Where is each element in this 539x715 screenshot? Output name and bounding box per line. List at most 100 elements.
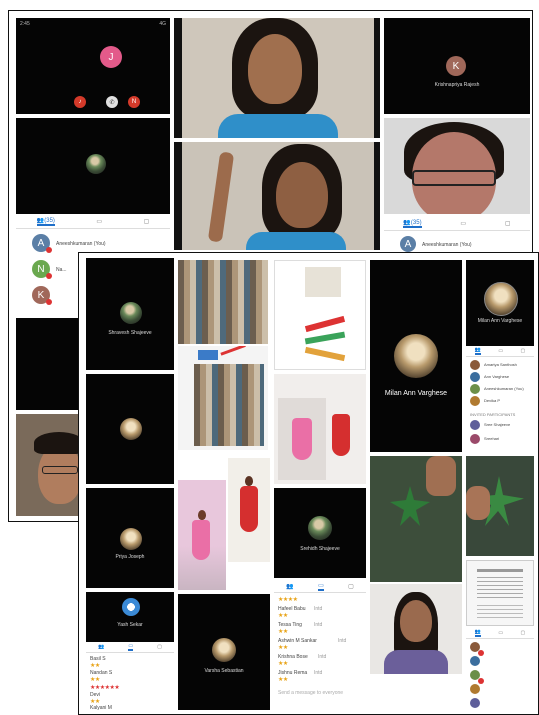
tab-participants[interactable]: 👥(35)	[36, 217, 55, 226]
chat-tabs: 👥 ▭ ▢	[86, 642, 174, 653]
star-rating: ★★	[90, 663, 100, 669]
participants-panel-right: 👥 ▭ ▢ Amartya Santhosh Ann Varghese Anee…	[466, 346, 534, 452]
tab-video[interactable]: ▢	[505, 220, 511, 227]
video-icon: ▢	[504, 220, 511, 227]
tab-chat[interactable]: ▭	[498, 348, 503, 354]
chat-sub: Intd	[338, 638, 347, 644]
video-tile-dancer-1	[178, 480, 226, 590]
info-icon: ▢	[520, 348, 526, 354]
tab-participants[interactable]: 👥	[474, 347, 481, 355]
chat-sender: Kalyani M	[90, 705, 112, 711]
participant-avatar	[120, 302, 142, 324]
status-badge	[46, 273, 52, 279]
participant-avatar	[484, 282, 518, 316]
participant-avatar	[470, 434, 480, 444]
photo-collage	[178, 260, 268, 344]
video-tile-craft	[370, 456, 462, 582]
video-tile-dark	[16, 318, 82, 410]
star-rating: ★★★★★★	[90, 685, 120, 691]
participant-avatar-a: A	[400, 236, 416, 252]
participant-avatar	[470, 396, 480, 406]
people-icon: 👥	[98, 644, 105, 650]
people-icon: 👥	[286, 583, 294, 590]
participant-name: Sreehari	[484, 436, 500, 441]
tab-participants[interactable]: 👥	[98, 644, 104, 650]
people-icon: 👥	[36, 217, 45, 224]
tab-participants[interactable]: 👥	[286, 583, 293, 590]
chat-sub: Intd	[318, 654, 327, 660]
chat-sub: Intd	[314, 622, 323, 628]
participant-avatar	[120, 528, 142, 550]
info-icon: ▢	[348, 583, 354, 590]
status-badge	[478, 678, 484, 684]
star-rating: ★★★★	[278, 597, 298, 603]
tab-chat[interactable]: ▭	[318, 582, 324, 591]
status-network: 4G	[159, 21, 166, 27]
end-call-button[interactable]: N	[128, 96, 140, 108]
chat-icon: ▭	[128, 643, 134, 649]
status-badge	[478, 650, 484, 656]
participant-avatar	[470, 372, 480, 382]
info-icon: ▢	[520, 630, 526, 636]
participants-tabs: 👥(35) ▭ ▢	[16, 214, 170, 229]
chat-input[interactable]: Send a message to everyone	[278, 690, 343, 696]
tab-chat[interactable]: ▭	[96, 218, 102, 225]
status-badge	[46, 299, 52, 305]
video-tile: Varsha Sebastian	[178, 594, 270, 710]
video-tile: Priya Joseph	[86, 488, 174, 588]
people-icon: 👥	[403, 219, 411, 226]
video-tile: Yash Sekar	[86, 592, 174, 642]
right-participants-tabs: 👥(35) ▭ ▢	[384, 216, 530, 231]
video-tile-woman-glasses	[384, 118, 530, 214]
participant-name: Devika P	[484, 398, 501, 403]
tab-info[interactable]: ▢	[348, 583, 354, 590]
tab-info[interactable]: ▢	[521, 348, 526, 354]
chat-icon: ▭	[460, 220, 467, 227]
info-icon: ▢	[143, 218, 150, 225]
glasses	[412, 170, 496, 186]
video-tile-girl-2	[174, 142, 380, 250]
star-rating: ★★	[90, 699, 100, 705]
tab-info[interactable]: ▢	[157, 644, 162, 650]
video-tile-main: Milan Ann Varghese	[370, 260, 462, 452]
chat-icon: ▭	[498, 630, 504, 636]
tab-participants[interactable]: 👥(35)	[403, 219, 422, 228]
star-rating: ★★	[90, 677, 100, 683]
chat-icon: ▭	[96, 218, 103, 225]
participant-avatar	[122, 598, 140, 616]
tile-name: Yash Sekar	[117, 622, 143, 628]
video-tile-avatar	[16, 118, 170, 214]
tab-participants[interactable]: 👥	[474, 629, 481, 637]
section-label: INVITED PARTICIPANTS	[470, 412, 516, 417]
video-tile: Srehidh Shajeeve	[274, 488, 366, 578]
tile-name: Varsha Sebastian	[204, 668, 244, 674]
glasses	[42, 466, 78, 474]
participant-avatar	[470, 684, 480, 694]
star-rating: ★★	[278, 677, 288, 683]
tab-info[interactable]: ▢	[144, 218, 150, 225]
chat-icon: ▭	[318, 582, 324, 589]
call-button[interactable]: ✆	[106, 96, 118, 108]
video-tile-dancer-3	[274, 374, 366, 484]
tab-chat[interactable]: ▭	[498, 630, 503, 636]
tile-name: Shravesh Shajeeve	[108, 330, 152, 336]
screen-share-document	[466, 560, 534, 626]
participant-avatar	[308, 516, 332, 540]
participant-avatar	[212, 638, 236, 662]
tab-info[interactable]: ▢	[521, 630, 526, 636]
participant-avatar-k: K	[446, 56, 466, 76]
tile-name: Milan Ann Varghese	[477, 318, 523, 324]
participant-avatar	[470, 384, 480, 394]
participant-avatar	[470, 360, 480, 370]
participant-name: Sree Shajeeve	[484, 422, 511, 427]
video-tile-woman-2	[370, 584, 462, 674]
video-tile-girl-1	[174, 18, 380, 138]
participant-name: Aneeshkumaran (You)	[422, 242, 472, 248]
tab-chat[interactable]: ▭	[128, 643, 134, 651]
tile-name: Srehidh Shajeeve	[300, 546, 340, 552]
star-rating: ★★	[278, 645, 288, 651]
star-rating: ★★	[278, 629, 288, 635]
video-tile-woman	[16, 414, 82, 516]
mute-button[interactable]: ♪	[74, 96, 86, 108]
tab-chat[interactable]: ▭	[460, 220, 466, 227]
